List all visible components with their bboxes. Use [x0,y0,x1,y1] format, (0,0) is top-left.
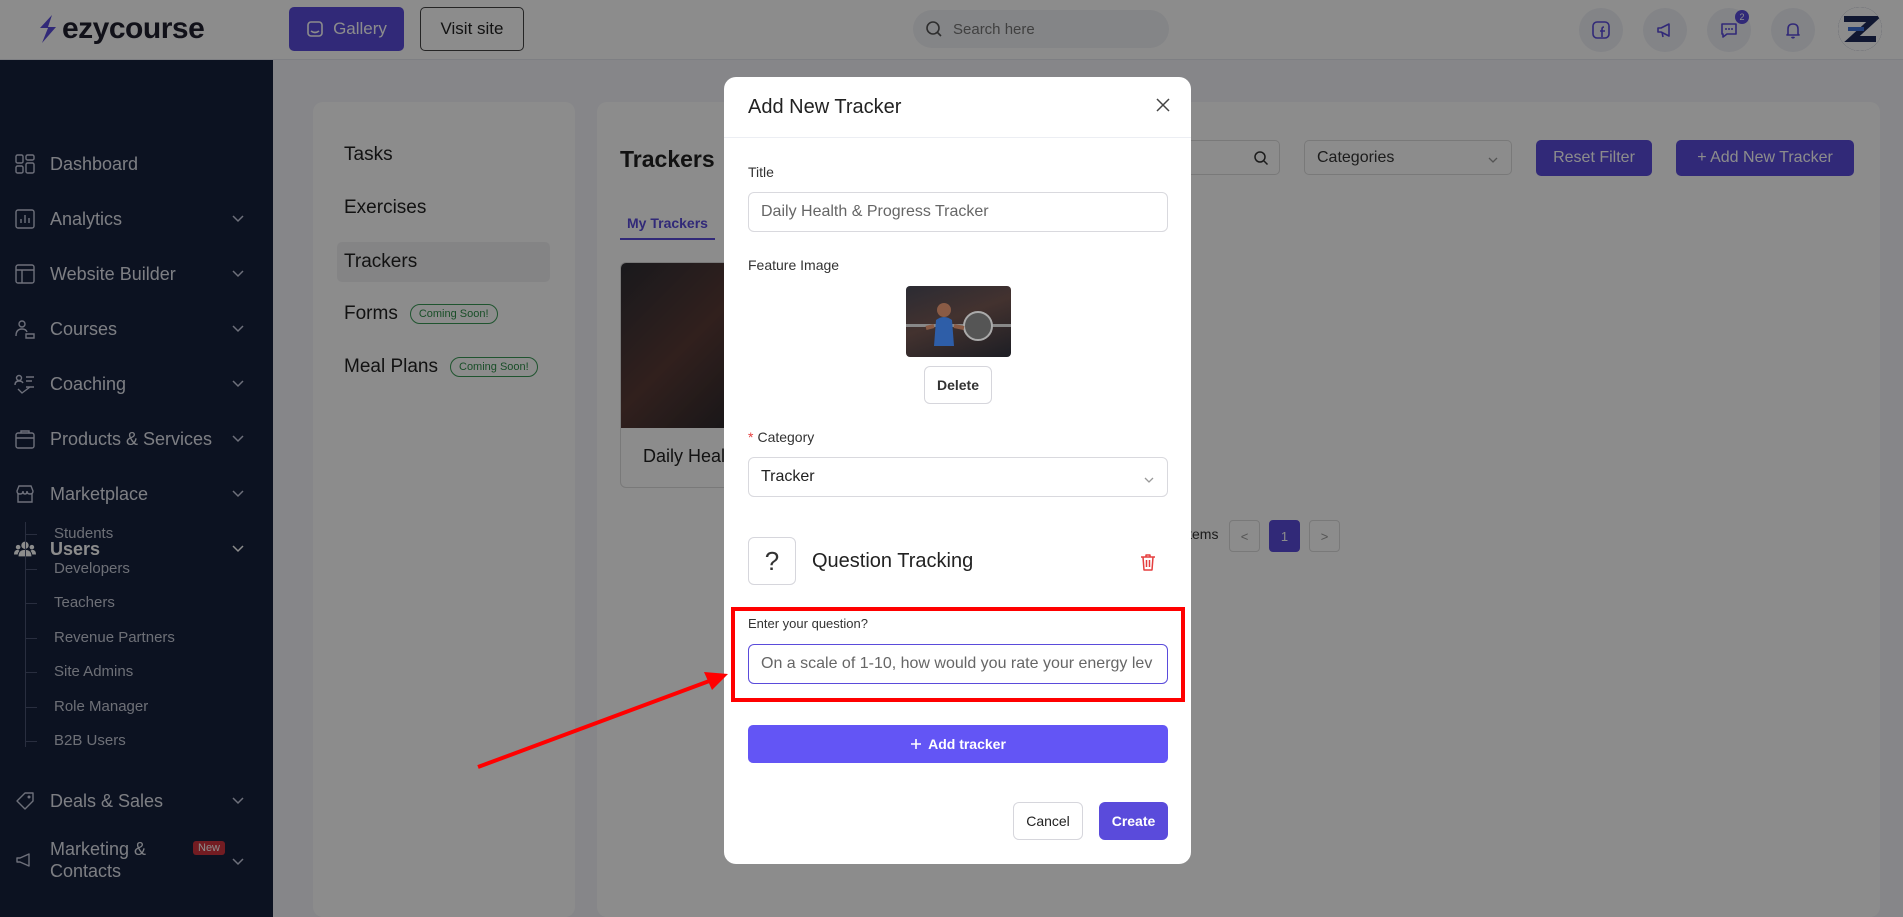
add-tracker-modal: Add New Tracker Title Feature Image Dele… [724,77,1191,864]
feature-image-illustration [906,303,1011,346]
delete-image-button[interactable]: Delete [924,366,992,404]
trash-icon[interactable] [1138,552,1158,572]
feature-image-preview [906,286,1011,357]
close-icon[interactable] [1156,98,1170,112]
cancel-button[interactable]: Cancel [1013,802,1083,840]
plus-icon [911,739,922,749]
add-tracker-label: Add tracker [928,736,1006,752]
category-select[interactable]: Tracker [748,457,1168,497]
modal-header: Add New Tracker [724,77,1191,138]
title-label: Title [748,164,774,180]
question-type-icon: ? [748,537,796,585]
category-label: * Category [748,429,814,445]
modal-title: Add New Tracker [748,96,902,118]
create-button[interactable]: Create [1099,802,1168,840]
question-tracking-title: Question Tracking [812,550,974,572]
add-tracker-button[interactable]: Add tracker [748,725,1168,763]
required-mark: * [748,429,754,445]
highlight-box [731,607,1185,702]
feature-image-label: Feature Image [748,257,840,273]
chevron-down-icon [1144,477,1154,483]
title-input[interactable] [748,192,1168,232]
category-select-value: Tracker [761,468,815,485]
category-label-text: Category [757,429,815,445]
